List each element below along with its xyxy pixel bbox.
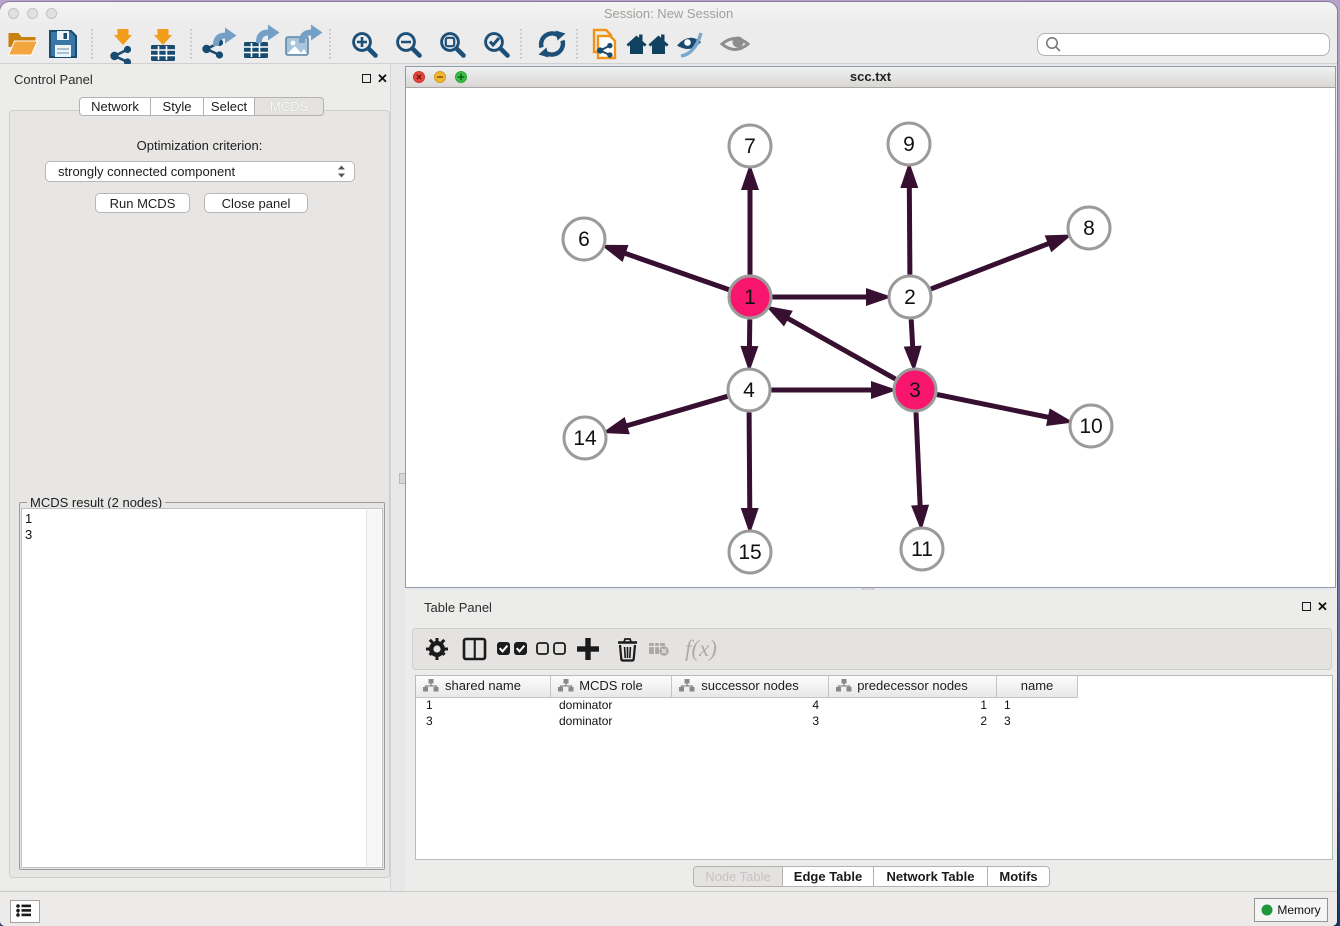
svg-text:2: 2 [904,286,916,309]
svg-text:15: 15 [738,541,761,564]
svg-text:7: 7 [744,135,756,158]
svg-text:9: 9 [903,133,915,156]
svg-text:3: 3 [909,379,921,402]
svg-text:8: 8 [1083,217,1095,240]
svg-text:11: 11 [911,538,933,561]
svg-text:f(x): f(x) [685,636,717,661]
svg-text:1: 1 [744,286,756,309]
svg-text:10: 10 [1079,415,1102,438]
svg-text:14: 14 [573,427,597,450]
svg-text:4: 4 [743,379,755,402]
svg-text:6: 6 [578,228,590,251]
